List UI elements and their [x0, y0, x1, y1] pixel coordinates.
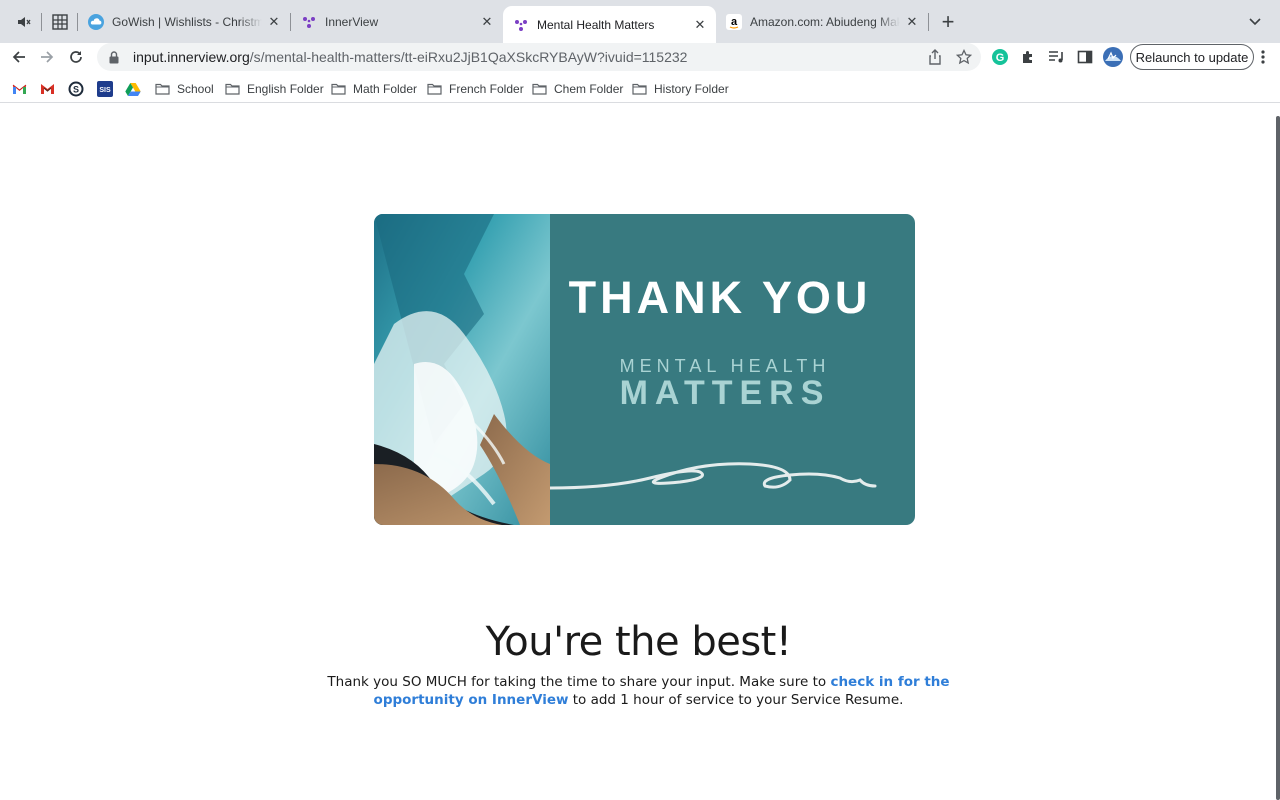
tab-title: GoWish | Wishlists - Christmas [112, 14, 262, 29]
share-icon[interactable] [925, 47, 945, 67]
folder-icon [155, 83, 170, 95]
close-icon[interactable]: ✕ [904, 14, 920, 30]
banner-title: THANK YOU [568, 272, 872, 323]
ocean-photo [374, 214, 550, 525]
bookmark-folder-english[interactable]: English Folder [225, 79, 324, 99]
chevron-down-icon[interactable] [1243, 10, 1267, 34]
folder-icon [225, 83, 240, 95]
url-text: input.innerview.org/s/mental-health-matt… [133, 49, 687, 65]
tab-title: InnerView [325, 14, 379, 29]
arrow-right-icon [41, 51, 54, 63]
media-controls-icon[interactable] [1047, 47, 1067, 67]
thank-you-banner-image: THANK YOU MENTAL HEALTH MATTERS [374, 214, 915, 525]
folder-icon [632, 83, 647, 95]
close-icon[interactable]: ✕ [692, 17, 708, 33]
toolbar: input.innerview.org/s/mental-health-matt… [0, 43, 1280, 73]
bookmark-folder-chem[interactable]: Chem Folder [532, 79, 623, 99]
cloud-icon [88, 13, 104, 30]
bookmark-folder-math[interactable]: Math Folder [331, 79, 417, 99]
bookmarks-bar: S SIS School English Folder Math Folder … [0, 76, 1280, 103]
close-icon[interactable]: ✕ [266, 14, 282, 30]
page-heading: You're the best! [485, 619, 792, 665]
bookmark-folder-school[interactable]: School [155, 79, 214, 99]
svg-text:a: a [731, 16, 738, 28]
url-host: input.innerview.org [133, 49, 250, 65]
tab-mental-health-matters[interactable]: Mental Health Matters ✕ [503, 6, 716, 43]
folder-icon [532, 83, 547, 95]
amazon-icon: a [726, 13, 742, 30]
bookmark-label: Math Folder [353, 82, 418, 96]
schoology-icon[interactable]: S [68, 81, 84, 97]
wave-swirl-decoration [550, 462, 877, 490]
side-panel-icon[interactable] [1075, 47, 1095, 67]
svg-text:G: G [996, 52, 1005, 64]
sis-icon[interactable]: SIS [97, 81, 113, 97]
folder-icon [331, 83, 346, 95]
profile-avatar[interactable] [1103, 47, 1123, 67]
bookmark-label: Chem Folder [554, 82, 624, 96]
mute-icon[interactable] [12, 10, 36, 34]
innerview-icon [513, 17, 529, 33]
bookmark-label: English Folder [247, 82, 324, 96]
reload-button[interactable] [62, 43, 90, 71]
bookmark-folder-french[interactable]: French Folder [427, 79, 524, 99]
bookmark-folder-history[interactable]: History Folder [632, 79, 729, 99]
new-tab-button[interactable]: + [936, 9, 960, 34]
grammarly-icon[interactable]: G [990, 47, 1010, 67]
reload-icon [70, 51, 82, 63]
scrollbar[interactable] [1276, 116, 1280, 800]
folder-icon [427, 83, 442, 95]
thank-you-message: Thank you SO MUCH for taking the time to… [300, 673, 977, 709]
address-bar[interactable]: input.innerview.org/s/mental-health-matt… [97, 43, 981, 71]
gmail-red-icon[interactable] [39, 81, 55, 97]
back-button[interactable] [5, 43, 33, 71]
tab-grid-icon[interactable] [48, 10, 72, 34]
tab-title: Mental Health Matters [537, 17, 655, 32]
tab-amazon[interactable]: a Amazon.com: Abiudeng Makeup ✕ [716, 7, 928, 36]
forward-button[interactable] [33, 43, 61, 71]
bookmark-label: French Folder [449, 82, 524, 96]
close-icon[interactable]: ✕ [479, 14, 495, 30]
star-icon[interactable] [954, 47, 974, 67]
tab-strip: GoWish | Wishlists - Christmas ✕ InnerVi… [0, 0, 1280, 43]
lock-icon[interactable] [109, 50, 121, 64]
message-text-end: to add 1 hour of service to your Service… [568, 692, 904, 708]
tab-gowish[interactable]: GoWish | Wishlists - Christmas ✕ [78, 7, 290, 36]
more-menu-icon[interactable] [1255, 47, 1271, 67]
tab-title: Amazon.com: Abiudeng Makeup [750, 14, 900, 29]
relaunch-to-update-button[interactable]: Relaunch to update [1130, 44, 1254, 70]
bookmark-label: School [177, 82, 214, 96]
arrow-left-icon [12, 51, 25, 63]
bookmark-label: History Folder [654, 82, 729, 96]
url-path: /s/mental-health-matters/tt-eiRxu2JjB1Qa… [249, 49, 688, 65]
banner-subtitle-emphasis: MATTERS [619, 374, 831, 412]
tab-innerview[interactable]: InnerView ✕ [291, 7, 503, 36]
extensions-puzzle-icon[interactable] [1018, 47, 1038, 67]
sis-label: SIS [99, 87, 111, 94]
innerview-icon [301, 14, 317, 30]
google-drive-icon[interactable] [125, 81, 141, 97]
gmail-icon[interactable] [11, 81, 27, 97]
message-text: Thank you SO MUCH for taking the time to… [327, 674, 831, 690]
svg-text:S: S [73, 85, 79, 95]
page-content: THANK YOU MENTAL HEALTH MATTERS You're t… [0, 104, 1280, 800]
